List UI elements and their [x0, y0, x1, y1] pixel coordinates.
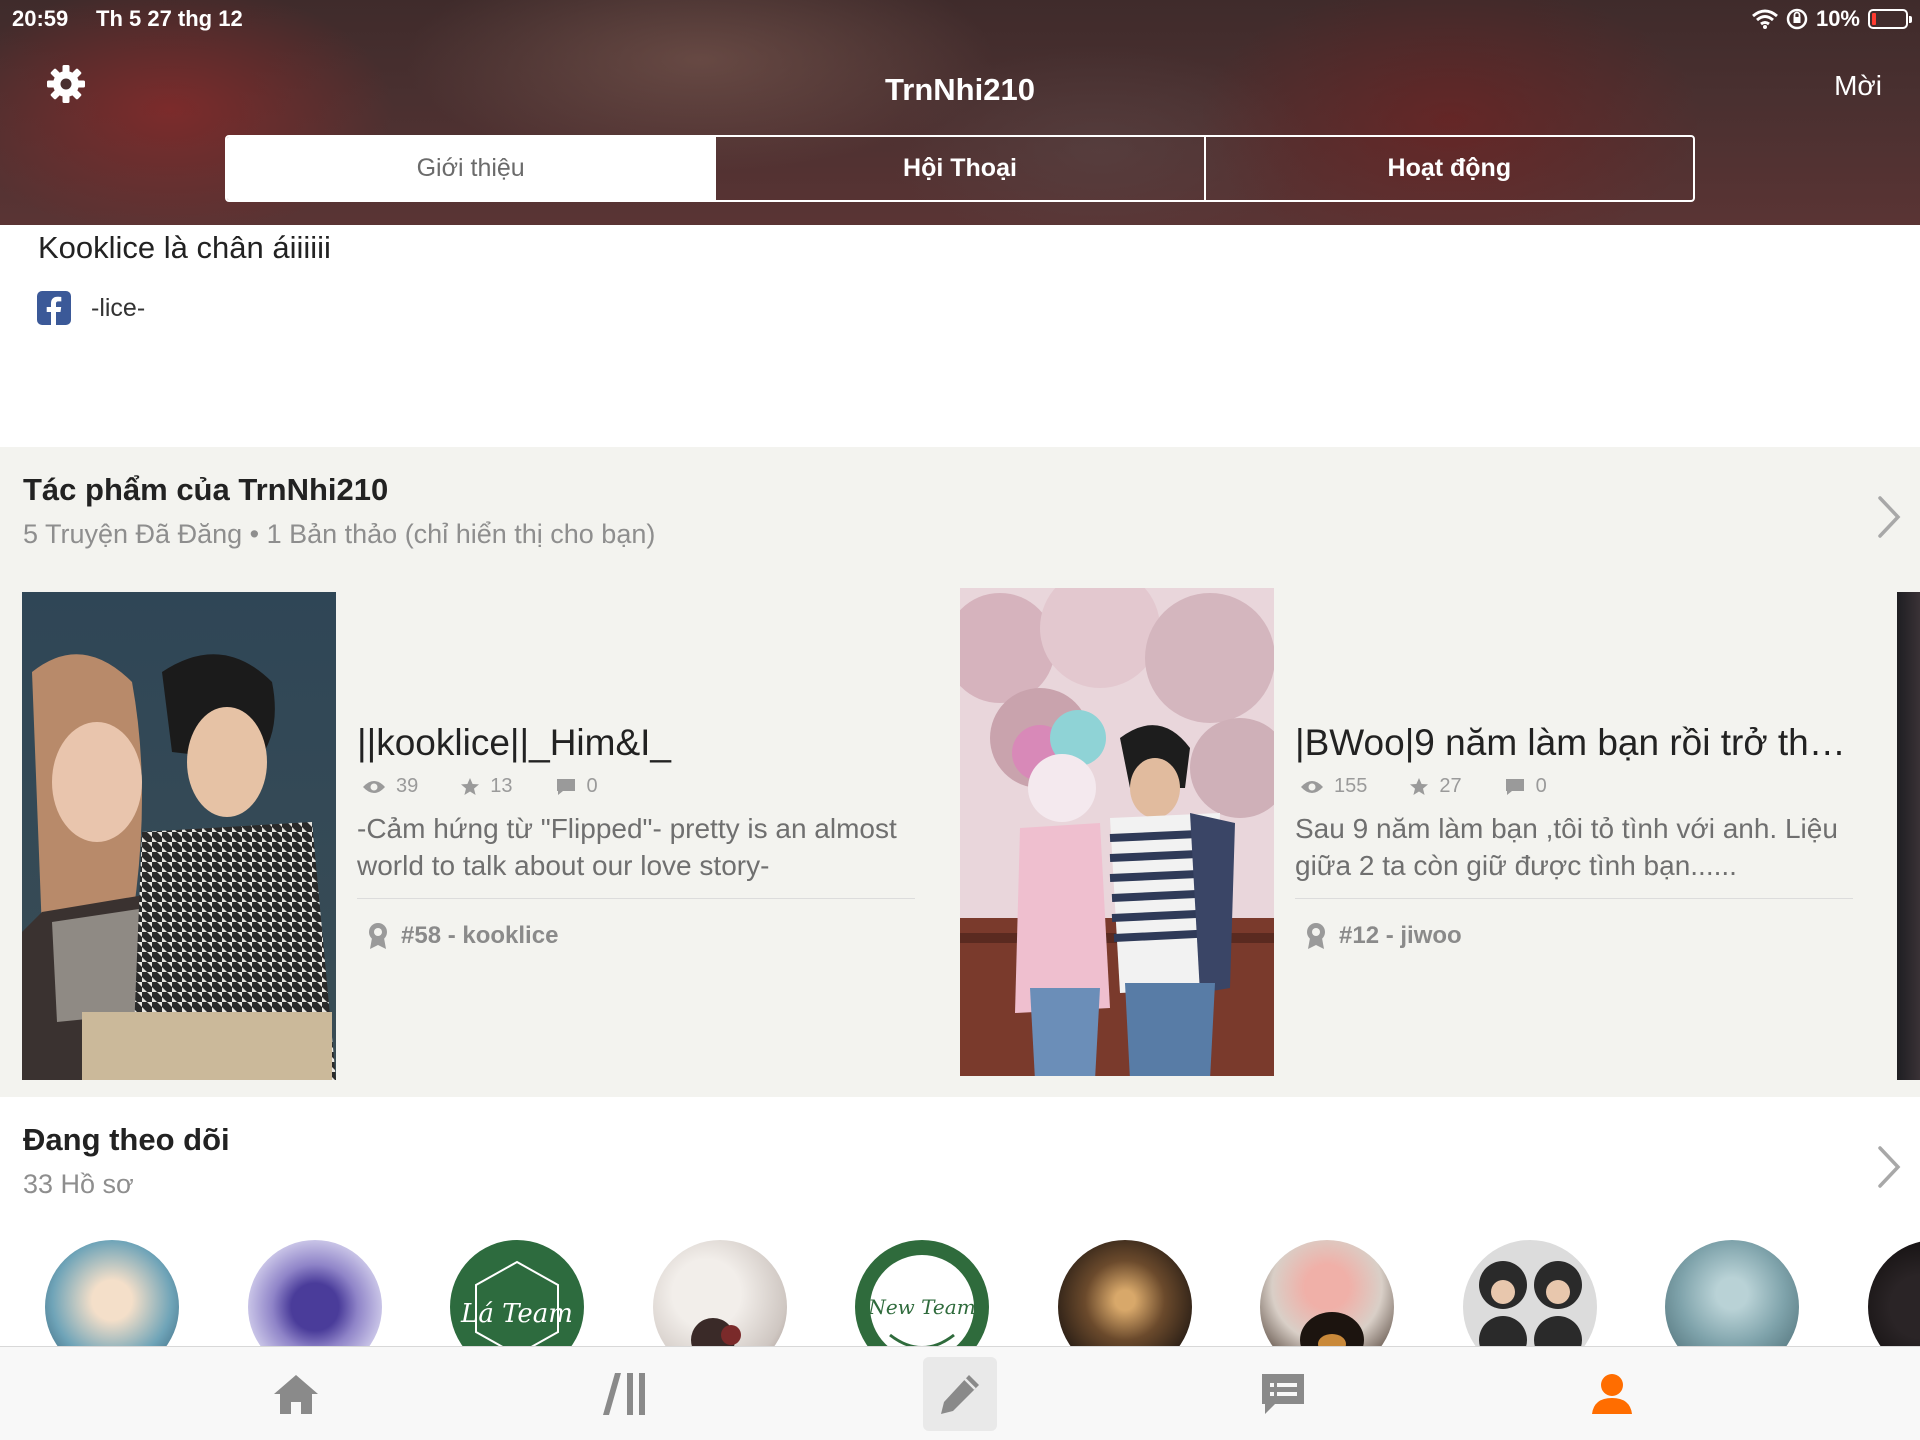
story-cover[interactable] — [960, 588, 1274, 1076]
story-card[interactable]: |BWoo|9 năm làm bạn rồi trở thà... 155 2… — [960, 588, 1860, 1092]
nav-library[interactable] — [588, 1357, 662, 1431]
star-icon — [1410, 777, 1429, 795]
comment-icon — [556, 778, 575, 795]
story-card[interactable]: ||kooklice||_Him&I_ 39 13 0 -Cảm hứng từ… — [22, 592, 922, 1092]
story-rank[interactable]: #58 - kooklice — [367, 922, 558, 950]
svg-text:Lá Team: Lá Team — [460, 1299, 573, 1329]
story-views: 39 — [396, 775, 419, 797]
works-section: Tác phẩm của TrnNhi210 5 Truyện Đã Đăng … — [0, 447, 1920, 1097]
story-cover[interactable] — [22, 592, 336, 1080]
library-icon — [603, 1373, 645, 1415]
wifi-icon — [1751, 9, 1778, 29]
chevron-right-icon[interactable] — [1874, 494, 1904, 540]
facebook-name: -lice- — [91, 293, 146, 322]
avatar[interactable]: New Team — [855, 1240, 989, 1347]
orientation-lock-icon — [1786, 8, 1808, 30]
avatar[interactable] — [653, 1240, 787, 1347]
following-section: Đang theo dõi 33 Hồ sơ Lá Team New Team — [0, 1097, 1920, 1347]
works-subtitle: 5 Truyện Đã Đăng • 1 Bản thảo (chỉ hiển … — [23, 519, 656, 549]
tab-conversations[interactable]: Hội Thoại — [714, 137, 1203, 200]
message-icon — [1262, 1374, 1304, 1414]
story-comments: 0 — [586, 775, 598, 797]
status-indicators: 10% — [1751, 6, 1912, 32]
nav-messages[interactable] — [1246, 1357, 1320, 1431]
nav-write[interactable] — [923, 1357, 997, 1431]
profile-icon — [1592, 1374, 1632, 1414]
avatar[interactable] — [248, 1240, 382, 1347]
profile-bio: Kooklice là chân áiiiiii — [38, 230, 331, 265]
story-votes: 27 — [1439, 775, 1462, 797]
facebook-link[interactable]: -lice- — [37, 291, 145, 325]
avatar[interactable] — [45, 1240, 179, 1347]
avatar[interactable] — [1868, 1240, 1920, 1347]
status-date: Th 5 27 thg 12 — [96, 6, 243, 31]
profile-banner: 20:59 Th 5 27 thg 12 10% TrnNhi210 Mời G… — [0, 0, 1920, 225]
story-stats: 39 13 0 — [362, 775, 598, 798]
avatar[interactable]: Lá Team — [450, 1240, 584, 1347]
story-cover-partial[interactable] — [1897, 592, 1920, 1080]
nav-home[interactable] — [259, 1357, 333, 1431]
story-rank-label: #58 - kooklice — [401, 922, 559, 949]
avatar[interactable] — [1463, 1240, 1597, 1347]
story-comments: 0 — [1535, 775, 1547, 797]
avatar[interactable] — [1260, 1240, 1394, 1347]
profile-username: TrnNhi210 — [885, 72, 1035, 107]
story-stats: 155 27 0 — [1300, 775, 1547, 798]
divider — [1295, 898, 1853, 899]
home-icon — [274, 1375, 318, 1414]
tab-about[interactable]: Giới thiệu — [227, 137, 715, 200]
story-description: -Cảm hứng từ "Flipped"- pretty is an alm… — [357, 813, 897, 881]
story-rank[interactable]: #12 - jiwoo — [1305, 922, 1462, 950]
story-views: 155 — [1334, 775, 1368, 797]
status-time: 20:59 — [12, 6, 69, 31]
invite-button[interactable]: Mời — [1834, 70, 1882, 102]
ribbon-badge-icon — [369, 923, 387, 949]
star-icon — [461, 777, 480, 795]
comment-icon — [1505, 778, 1524, 795]
story-votes: 13 — [490, 775, 513, 797]
ribbon-badge-icon — [1307, 923, 1325, 949]
facebook-icon — [37, 291, 71, 325]
tab-activity[interactable]: Hoạt động — [1203, 137, 1693, 200]
svg-text:New Team: New Team — [867, 1295, 975, 1319]
pencil-icon — [941, 1375, 979, 1414]
avatar[interactable] — [1058, 1240, 1192, 1347]
bottom-navigation — [0, 1346, 1920, 1440]
battery-icon — [1868, 9, 1912, 29]
story-rank-label: #12 - jiwoo — [1339, 922, 1462, 949]
battery-percent: 10% — [1815, 6, 1860, 31]
avatar[interactable] — [1665, 1240, 1799, 1347]
chevron-right-icon[interactable] — [1874, 1144, 1904, 1190]
divider — [357, 898, 915, 899]
story-description: Sau 9 năm làm bạn ,tôi tỏ tình với anh. … — [1295, 813, 1838, 881]
story-title[interactable]: ||kooklice||_Him&I_ — [357, 722, 917, 764]
following-count: 33 Hồ sơ — [23, 1169, 134, 1199]
status-bar: 20:59 Th 5 27 thg 12 10% — [12, 4, 1912, 34]
profile-tabs: Giới thiệu Hội Thoại Hoạt động — [225, 135, 1695, 202]
works-title[interactable]: Tác phẩm của TrnNhi210 — [23, 472, 388, 508]
story-title[interactable]: |BWoo|9 năm làm bạn rồi trở thà... — [1295, 722, 1855, 764]
nav-profile[interactable] — [1575, 1357, 1649, 1431]
eye-icon — [363, 780, 385, 793]
following-title[interactable]: Đang theo dõi — [23, 1122, 230, 1158]
eye-icon — [1301, 780, 1323, 793]
